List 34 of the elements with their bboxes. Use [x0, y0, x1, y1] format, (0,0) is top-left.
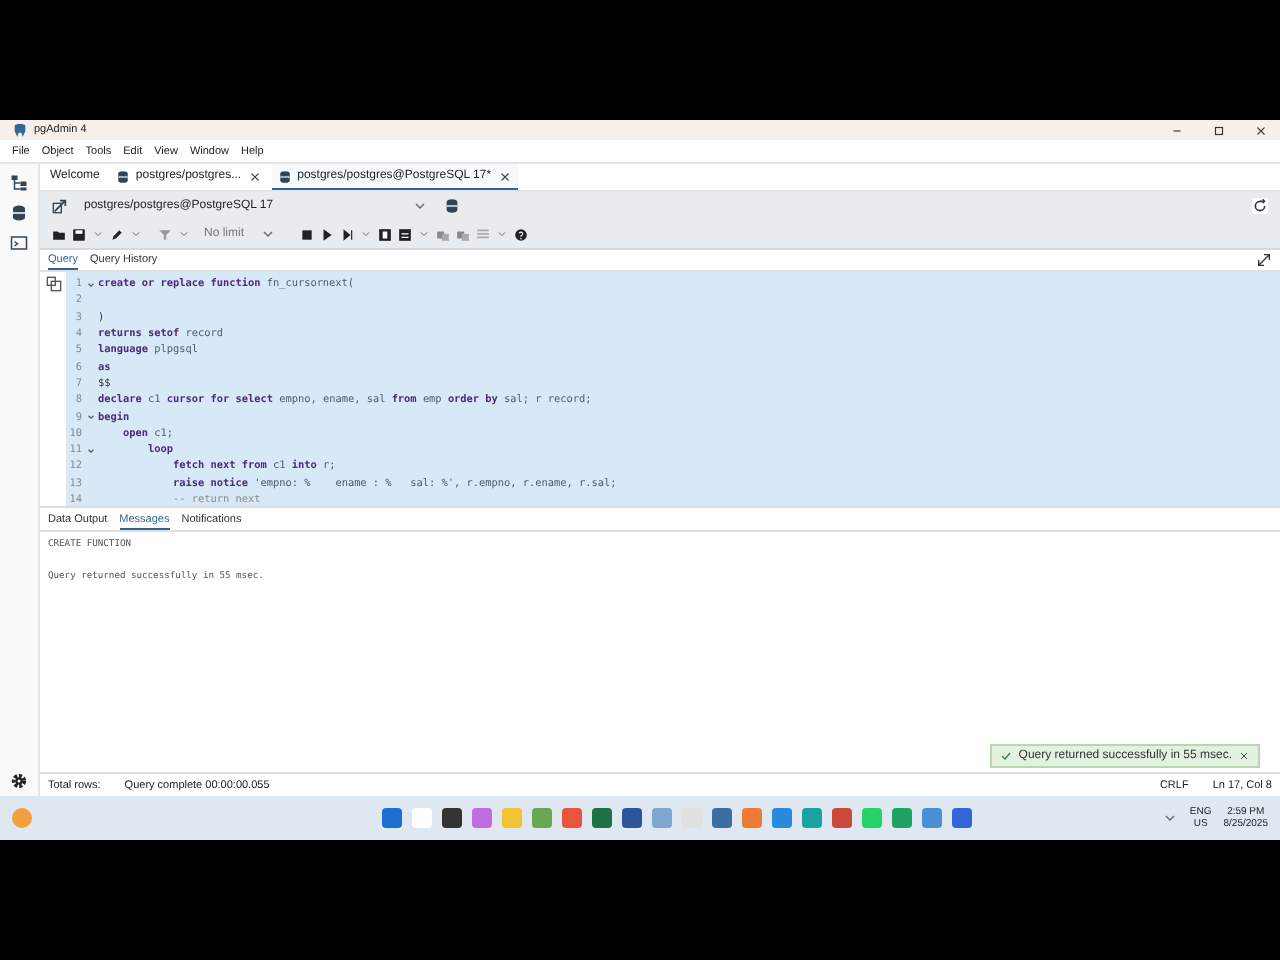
- database-icon[interactable]: [444, 198, 460, 214]
- link-icon[interactable]: [52, 198, 68, 214]
- fold-icon[interactable]: [85, 445, 95, 456]
- filter-icon[interactable]: [158, 227, 172, 241]
- maximize-icon[interactable]: [1212, 123, 1226, 137]
- close-icon[interactable]: [497, 169, 512, 183]
- pen-icon[interactable]: [110, 227, 124, 241]
- save-icon[interactable]: [72, 227, 86, 241]
- help-icon[interactable]: [514, 227, 529, 241]
- taskbar-app-icon[interactable]: [441, 808, 462, 828]
- copy-icon[interactable]: [45, 276, 61, 292]
- check-icon: [1000, 750, 1013, 762]
- folder-icon[interactable]: [52, 227, 66, 241]
- database-icon: [115, 169, 130, 183]
- play-icon[interactable]: [320, 227, 335, 241]
- query-tool-icon[interactable]: [10, 204, 28, 222]
- caret-icon: [260, 226, 277, 242]
- close-icon[interactable]: [1238, 750, 1250, 762]
- refresh-icon[interactable]: [1252, 198, 1268, 214]
- taskbar-app-icon[interactable]: [621, 808, 642, 828]
- database-icon: [277, 169, 292, 183]
- terminal-icon[interactable]: [10, 234, 28, 252]
- settings-icon[interactable]: [10, 772, 28, 790]
- close-icon[interactable]: [247, 169, 262, 183]
- stop-icon[interactable]: [300, 227, 315, 241]
- playline-icon[interactable]: [340, 227, 355, 241]
- expand-icon[interactable]: [1256, 252, 1272, 268]
- taskbar-app-icon[interactable]: [591, 808, 612, 828]
- chevron-icon[interactable]: [1161, 810, 1178, 826]
- close-icon[interactable]: [1254, 123, 1268, 137]
- app-logo-icon: [12, 122, 28, 138]
- object-explorer-icon[interactable]: [10, 174, 28, 192]
- fold-icon[interactable]: [85, 412, 95, 423]
- fold-icon[interactable]: [85, 279, 95, 290]
